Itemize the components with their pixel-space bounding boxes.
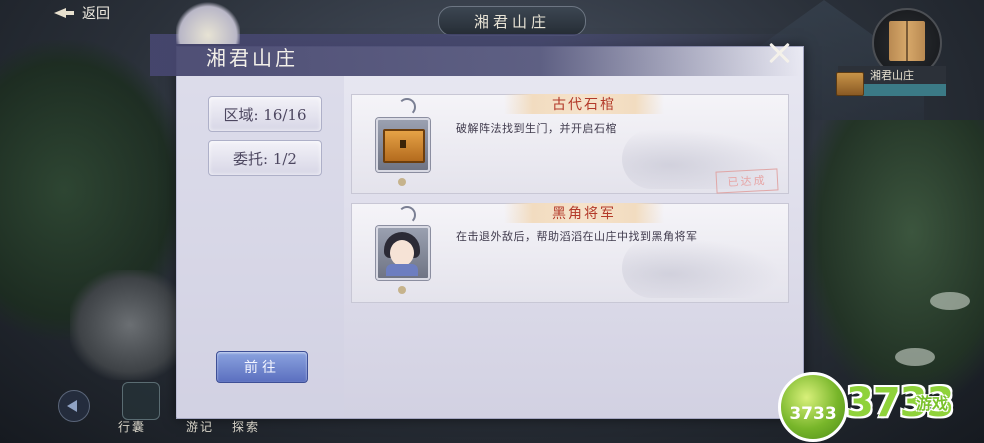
location-title: 湘君山庄 bbox=[438, 6, 586, 36]
panel-title: 湘君山庄 bbox=[206, 46, 298, 70]
completed-stamp: 已达成 bbox=[715, 168, 779, 194]
back-label: 返回 bbox=[82, 6, 110, 22]
watermark-badge: 3733 bbox=[778, 372, 848, 442]
nav-label-journal[interactable]: 游记 bbox=[186, 418, 214, 435]
hook-decoration bbox=[398, 206, 416, 224]
watermark-logo: 3733 3733 游戏 bbox=[778, 366, 984, 443]
quest-description: 在击退外敌后，帮助滔滔在山庄中找到黑角将军 bbox=[456, 230, 698, 243]
back-arrow-icon bbox=[52, 5, 74, 21]
background-rock bbox=[70, 270, 190, 380]
close-button[interactable] bbox=[766, 40, 794, 68]
treasure-chest-icon bbox=[383, 129, 425, 163]
nav-label-explore[interactable]: 探索 bbox=[232, 418, 260, 435]
background-tree-right bbox=[804, 120, 984, 400]
character-body bbox=[386, 264, 418, 276]
character-portrait-icon bbox=[390, 240, 414, 266]
commission-count: 委托: 1/2 bbox=[208, 140, 322, 176]
nav-label-bag[interactable]: 行囊 bbox=[118, 418, 146, 435]
cloud-decoration bbox=[622, 238, 782, 298]
background-lily bbox=[930, 292, 970, 310]
chest-icon bbox=[836, 72, 864, 96]
quest-name: 古代石棺 bbox=[552, 97, 616, 113]
quest-description: 破解阵法找到生门，并开启石棺 bbox=[456, 122, 617, 135]
hook-decoration bbox=[398, 98, 416, 116]
map-book-icon bbox=[889, 21, 925, 61]
background-lily bbox=[895, 348, 935, 366]
quest-name: 黑角将军 bbox=[552, 206, 616, 222]
goto-button[interactable]: 前往 bbox=[216, 351, 308, 383]
moon-decoration bbox=[176, 0, 240, 44]
back-button[interactable]: 返回 bbox=[52, 3, 110, 23]
nav-prev-button[interactable] bbox=[58, 390, 90, 422]
dot-decoration bbox=[398, 178, 406, 186]
bag-icon[interactable] bbox=[122, 382, 160, 420]
watermark-badge-text: 3733 bbox=[789, 404, 837, 424]
watermark-suffix: 游戏 bbox=[916, 394, 949, 413]
quest-icon-frame bbox=[376, 118, 430, 172]
quest-icon-frame bbox=[376, 226, 430, 280]
dot-decoration bbox=[398, 286, 406, 294]
area-count: 区域: 16/16 bbox=[208, 96, 322, 132]
